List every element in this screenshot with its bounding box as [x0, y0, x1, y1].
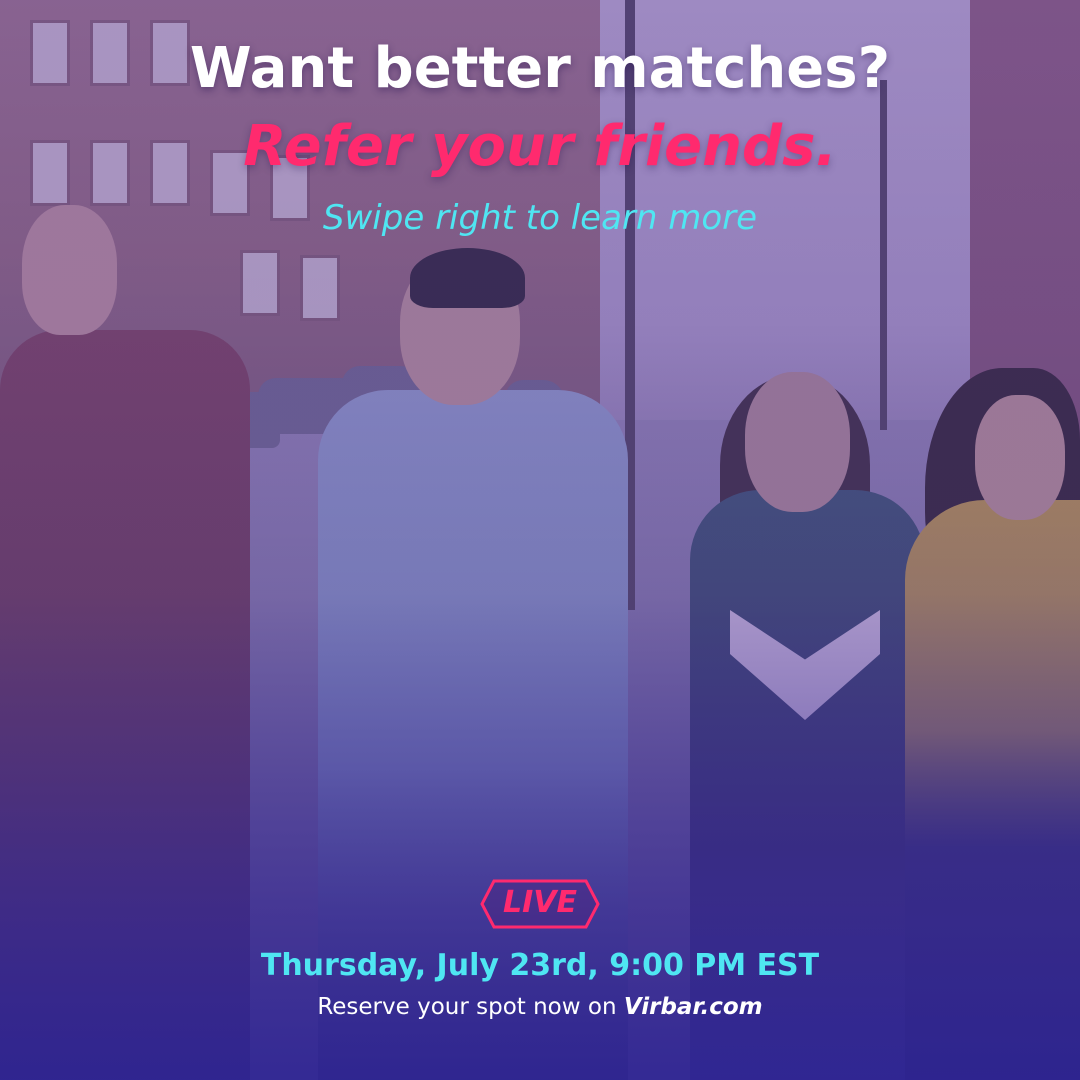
- site-link[interactable]: Virbar.com: [624, 994, 763, 1020]
- swipe-prompt: Swipe right to learn more: [322, 198, 758, 238]
- promo-poster: Want better matches? Refer your friends.…: [0, 0, 1080, 1080]
- live-badge: LIVE: [480, 879, 600, 929]
- headline: Want better matches?: [189, 36, 891, 101]
- event-date: Thursday, July 23rd, 9:00 PM EST: [260, 948, 820, 983]
- live-badge-label: LIVE: [503, 885, 577, 920]
- subheadline: Refer your friends.: [243, 114, 837, 179]
- reserve-line: Reserve your spot now on Virbar.com: [0, 994, 1080, 1020]
- reserve-prefix: Reserve your spot now on: [317, 994, 624, 1020]
